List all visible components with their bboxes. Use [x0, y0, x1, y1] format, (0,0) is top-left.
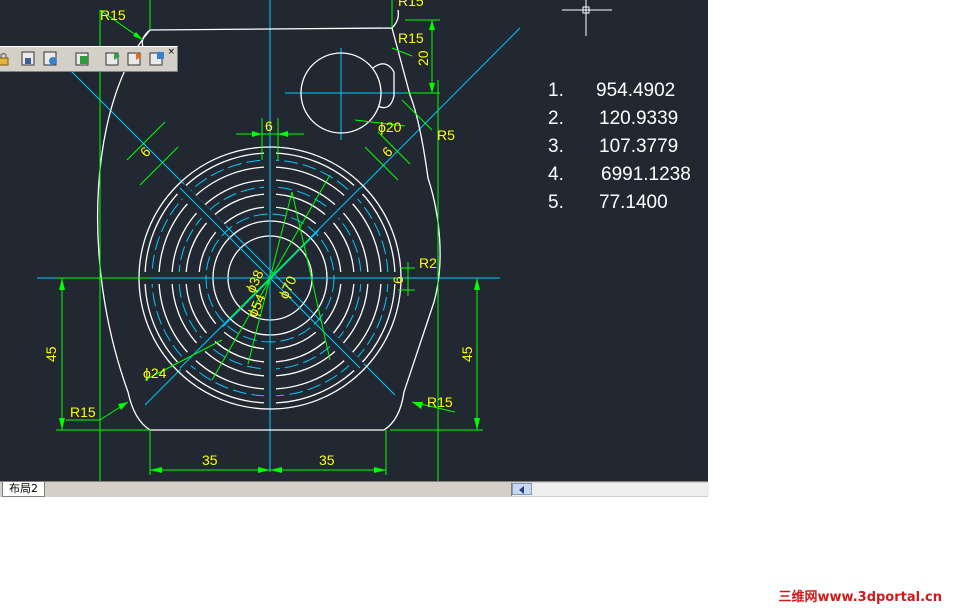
watermark-text: 三维网www.3dportal.cn [778, 590, 942, 605]
dim-text-r15-bottom-left: R15 [70, 404, 96, 420]
result-index-5: 5. [548, 192, 564, 213]
arrow-45-right-top [474, 278, 480, 290]
leader-r15-top-right [391, 47, 413, 57]
dim-text-6-r2: 6 [390, 276, 406, 284]
dim-text-35-left: 35 [202, 452, 218, 468]
floating-toolbar[interactable]: × [0, 46, 178, 72]
top-right-fillet [391, 9, 400, 29]
layout-tab-bar: 布局2 [0, 481, 709, 497]
arrow-35-left-start [150, 467, 162, 473]
r5-slot [372, 63, 395, 109]
arrow-45-left-bottom [59, 418, 65, 430]
dim-text-phi20: ϕ20 [378, 119, 402, 135]
result-index-4: 4. [548, 164, 564, 185]
arrow-35-right-end [374, 467, 386, 473]
toolbar-close-button[interactable]: × [167, 47, 175, 57]
crosshair-cursor-icon [562, 0, 612, 36]
dim-text-35-right: 35 [319, 452, 335, 468]
result-value-5: 77.1400 [599, 192, 668, 213]
dim-text-r15-top-right-cut: R15 [398, 0, 424, 9]
dim-text-phi54: ϕ54 [244, 291, 268, 319]
arrow-35-right-start [270, 467, 282, 473]
dim-text-r5: R5 [437, 127, 455, 143]
lock-icon[interactable] [0, 50, 12, 68]
cad-drawing: R15 R15 R15 20 ϕ20 R5 6 6 6 R2 6 ϕ38 ϕ54… [37, 0, 691, 481]
layer-tool-icon-4[interactable] [104, 50, 122, 68]
dim-text-r15-top-right: R15 [398, 30, 424, 46]
arrow-35-left-end [258, 467, 270, 473]
dim-text-6-top: 6 [265, 118, 273, 134]
layer-tool-icon-1[interactable] [20, 50, 38, 68]
horizontal-scrollbar[interactable] [511, 483, 709, 496]
result-index-3: 3. [548, 136, 564, 157]
result-value-3: 107.3779 [599, 136, 678, 157]
result-index-2: 2. [548, 108, 564, 129]
dim-text-r15-bottom-right: R15 [427, 394, 453, 410]
arrow-20-top [429, 20, 435, 30]
layer-tool-icon-5[interactable] [126, 50, 144, 68]
layer-tool-icon-6[interactable] [148, 50, 166, 68]
arrow-r15-bottom-left [118, 402, 128, 410]
dim-text-45-right: 45 [459, 346, 475, 362]
leader-r5 [401, 99, 433, 131]
dim-text-r15-top-left: R15 [100, 7, 126, 23]
top-left-fillet [141, 29, 151, 48]
result-value-1: 954.4902 [596, 80, 675, 101]
results-list: 1. 954.4902 2. 120.9339 3. 107.3779 4. 6… [548, 80, 691, 213]
arrow-45-right-bottom [474, 418, 480, 430]
result-value-4: 6991.1238 [601, 164, 691, 185]
drawing-viewport[interactable]: R15 R15 R15 20 ϕ20 R5 6 6 6 R2 6 ϕ38 ϕ54… [0, 0, 708, 481]
arrow-r15-bottom-right [412, 402, 423, 409]
tab-layout2[interactable]: 布局2 [2, 482, 45, 497]
dim-text-phi70: ϕ70 [275, 273, 299, 301]
dim-text-r2: R2 [419, 255, 437, 271]
dim-text-phi24: ϕ24 [143, 365, 167, 381]
chevron-left-icon [519, 486, 524, 494]
arrow-r15-top-left [133, 32, 143, 40]
dim-text-45-left: 45 [43, 346, 59, 362]
result-value-2: 120.9339 [599, 108, 678, 129]
arrow-45-left-top [59, 278, 65, 290]
scroll-left-button[interactable] [512, 483, 532, 495]
arrow-20-bottom [429, 83, 435, 93]
arrow-6-top-right [278, 131, 288, 137]
layer-tool-icon-2[interactable] [42, 50, 60, 68]
arrow-6-top-left [252, 131, 262, 137]
dim-text-20: 20 [415, 50, 431, 66]
layer-tool-icon-3[interactable] [74, 50, 92, 68]
result-index-1: 1. [548, 80, 564, 101]
dim-text-6-right: 6 [379, 143, 396, 160]
